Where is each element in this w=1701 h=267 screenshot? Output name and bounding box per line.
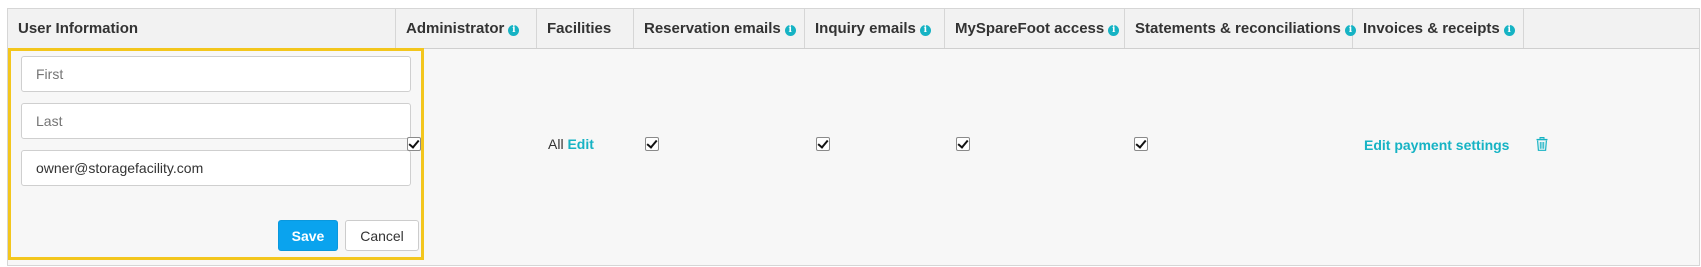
header-facilities: Facilities bbox=[537, 9, 634, 48]
reservation-emails-checkbox[interactable] bbox=[645, 137, 659, 151]
info-icon[interactable]: i bbox=[1108, 25, 1120, 36]
facilities-value: All bbox=[548, 136, 564, 152]
info-icon[interactable]: i bbox=[784, 25, 796, 36]
facilities-cell: All Edit bbox=[548, 136, 594, 152]
header-administrator: Administrator i bbox=[396, 9, 537, 48]
header-myspare-access: MySpareFoot access i bbox=[945, 9, 1125, 48]
info-icon[interactable]: i bbox=[919, 25, 931, 36]
email-input[interactable] bbox=[21, 150, 411, 186]
statements-checkbox[interactable] bbox=[1134, 137, 1148, 151]
header-user-information: User Information bbox=[8, 9, 396, 48]
table-header: User Information Administrator i Faciliti… bbox=[8, 9, 1699, 49]
info-icon[interactable]: i bbox=[1503, 25, 1515, 36]
trash-icon[interactable] bbox=[1536, 137, 1548, 156]
facilities-edit-link[interactable]: Edit bbox=[567, 136, 593, 152]
header-reservation-emails: Reservation emails i bbox=[634, 9, 805, 48]
user-permissions-table: User Information Administrator i Faciliti… bbox=[7, 8, 1700, 266]
edit-payment-settings-link[interactable]: Edit payment settings bbox=[1364, 137, 1509, 153]
first-name-input[interactable] bbox=[21, 56, 411, 92]
inquiry-emails-checkbox[interactable] bbox=[816, 137, 830, 151]
cancel-button[interactable]: Cancel bbox=[345, 220, 419, 251]
info-icon[interactable]: i bbox=[508, 25, 520, 36]
administrator-checkbox[interactable] bbox=[407, 137, 421, 151]
header-invoices: Invoices & receipts i bbox=[1353, 9, 1524, 48]
myspare-access-checkbox[interactable] bbox=[956, 137, 970, 151]
save-button[interactable]: Save bbox=[278, 220, 338, 251]
last-name-input[interactable] bbox=[21, 103, 411, 139]
header-actions bbox=[1524, 9, 1699, 48]
user-edit-panel: Save Cancel bbox=[8, 48, 424, 260]
header-statements: Statements & reconciliations i bbox=[1125, 9, 1356, 48]
header-inquiry-emails: Inquiry emails i bbox=[805, 9, 945, 48]
